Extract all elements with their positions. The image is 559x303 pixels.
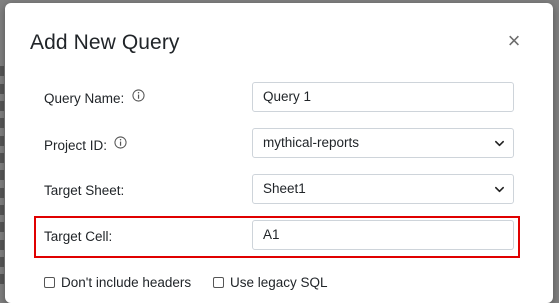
no-headers-label: Don't include headers [61, 274, 192, 290]
background-text-fragment [0, 274, 4, 284]
target-sheet-select[interactable]: Sheet1 [252, 174, 514, 204]
background-text-fragment [0, 153, 4, 163]
query-name-label: Query Name: [44, 91, 125, 106]
no-headers-checkbox[interactable] [44, 276, 55, 288]
background-text-fragment [0, 205, 4, 215]
background-text-fragment [0, 84, 4, 94]
target-sheet-label: Target Sheet: [44, 183, 125, 198]
add-query-dialog: Add New Query × Query Name: Query 1 Proj… [5, 3, 553, 303]
chevron-down-icon [495, 186, 504, 193]
legacy-sql-option[interactable]: Use legacy SQL [213, 274, 328, 290]
target-cell-highlight-box [34, 216, 520, 258]
background-text-fragment [0, 118, 4, 128]
info-icon[interactable] [132, 89, 145, 102]
info-icon[interactable] [114, 136, 127, 149]
project-id-value: mythical-reports [263, 135, 360, 150]
legacy-sql-label: Use legacy SQL [230, 274, 328, 290]
background-text-fragment [0, 170, 4, 180]
query-name-value: Query 1 [263, 89, 312, 104]
background-text-fragment [0, 240, 4, 250]
background-text-fragment [0, 257, 4, 267]
no-headers-option[interactable]: Don't include headers [44, 274, 191, 290]
legacy-sql-checkbox[interactable] [213, 276, 224, 288]
background-text-fragment [0, 101, 4, 111]
target-sheet-value: Sheet1 [263, 181, 306, 196]
background-text-fragment [0, 222, 4, 232]
query-name-input[interactable]: Query 1 [252, 82, 514, 112]
background-text-fragment [0, 188, 4, 198]
close-button[interactable]: × [503, 29, 525, 53]
project-id-select[interactable]: mythical-reports [252, 128, 514, 158]
background-text-fragment [0, 136, 4, 146]
background-text-fragment [0, 66, 4, 76]
dialog-title: Add New Query [30, 31, 180, 54]
chevron-down-icon [495, 140, 504, 147]
close-icon[interactable]: × [508, 28, 521, 53]
project-id-label: Project ID: [44, 138, 108, 153]
